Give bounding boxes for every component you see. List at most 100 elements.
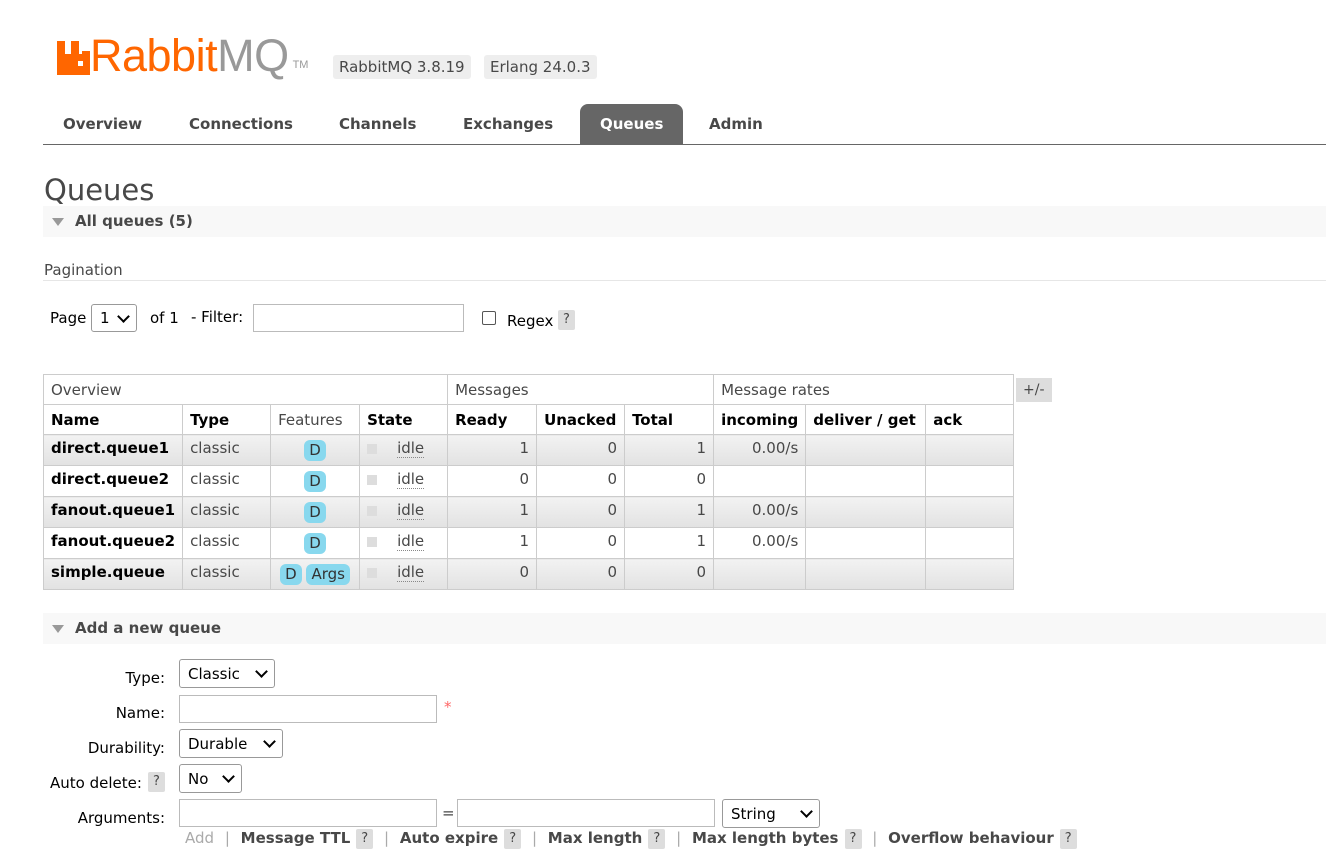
rate-incoming <box>713 465 807 497</box>
queue-state: idle <box>359 527 449 559</box>
queue-name-link[interactable]: direct.queue1 <box>42 434 184 466</box>
queue-features: D <box>270 434 361 466</box>
page-select[interactable]: 1 <box>91 304 137 332</box>
messages-unacked: 0 <box>536 465 626 497</box>
queue-state: idle <box>359 558 449 590</box>
type-select[interactable]: Classic <box>179 659 275 688</box>
separator: | <box>531 829 538 847</box>
argument-key-input[interactable] <box>179 799 437 827</box>
arguments-label: Arguments: <box>77 809 165 827</box>
logo-rabbit-text: Rabbit <box>90 30 218 81</box>
page-count-label: of 1 <box>150 309 179 327</box>
auto-delete-select[interactable]: No <box>179 764 242 793</box>
state-indicator-icon <box>367 475 378 485</box>
overflow-behaviour-help-button[interactable]: ? <box>1059 829 1077 849</box>
group-message-rates: Message rates <box>713 374 1015 405</box>
tab-overview[interactable]: Overview <box>43 104 162 144</box>
max-length-bytes-link[interactable]: Max length bytes <box>692 829 839 847</box>
message-ttl-link[interactable]: Message TTL <box>241 829 351 847</box>
regex-help-button[interactable]: ? <box>558 310 575 330</box>
argument-value-input[interactable] <box>457 799 715 827</box>
state-label: idle <box>397 439 425 458</box>
required-asterisk: * <box>444 698 452 716</box>
feature-badge-durable: D <box>304 440 326 461</box>
rabbitmq-logo[interactable]: Rabbit MQ TM <box>57 30 308 81</box>
logo-mq-text: MQ <box>217 30 289 81</box>
col-state[interactable]: State <box>359 404 449 435</box>
col-name[interactable]: Name <box>42 404 184 435</box>
max-length-help-button[interactable]: ? <box>648 829 666 849</box>
messages-total: 1 <box>624 434 715 466</box>
col-ack[interactable]: ack <box>925 404 1015 435</box>
col-type[interactable]: Type <box>182 404 272 435</box>
message-ttl-help-button[interactable]: ? <box>356 829 374 849</box>
separator: | <box>872 829 878 847</box>
col-deliver-get[interactable]: deliver / get <box>805 404 927 435</box>
argument-shortcuts: Add | Message TTL? | Auto expire? | Max … <box>185 829 1077 849</box>
queue-name-link[interactable]: fanout.queue2 <box>42 527 184 559</box>
tab-queues[interactable]: Queues <box>580 104 684 144</box>
rate-incoming: 0.00/s <box>713 434 807 466</box>
queue-type: classic <box>182 558 272 590</box>
rate-ack <box>925 434 1015 466</box>
queue-features: D <box>270 465 361 497</box>
tab-channels[interactable]: Channels <box>319 104 436 144</box>
filter-input[interactable] <box>253 304 464 332</box>
all-queues-title: All queues (5) <box>75 212 193 230</box>
auto-expire-link[interactable]: Auto expire <box>400 829 498 847</box>
queue-state: idle <box>359 434 449 466</box>
main-nav: Overview Connections Channels Exchanges … <box>43 104 1326 145</box>
col-ready[interactable]: Ready <box>447 404 538 435</box>
divider <box>43 280 1326 281</box>
type-select-value: Classic <box>188 664 240 683</box>
chevron-down-icon <box>222 770 235 783</box>
rate-incoming: 0.00/s <box>713 527 807 559</box>
collapse-triangle-icon <box>52 625 64 633</box>
version-badge: RabbitMQ 3.8.19 <box>333 55 471 79</box>
messages-total: 1 <box>624 527 715 559</box>
queue-state: idle <box>359 465 449 497</box>
rate-deliver-get <box>805 465 927 497</box>
overflow-behaviour-link[interactable]: Overflow behaviour <box>888 829 1054 847</box>
messages-total: 0 <box>624 558 715 590</box>
rate-ack <box>925 465 1015 497</box>
regex-checkbox[interactable] <box>482 311 496 325</box>
messages-ready: 1 <box>447 527 538 559</box>
feature-badge-args[interactable]: Args <box>306 564 350 585</box>
tab-connections[interactable]: Connections <box>169 104 313 144</box>
queue-features: D Args <box>270 558 361 590</box>
col-unacked[interactable]: Unacked <box>536 404 626 435</box>
auto-delete-help-button[interactable]: ? <box>148 772 165 792</box>
tab-admin[interactable]: Admin <box>689 104 783 144</box>
col-total[interactable]: Total <box>624 404 715 435</box>
auto-expire-help-button[interactable]: ? <box>504 829 522 849</box>
table-row: direct.queue2 classic D idle 0 0 0 <box>42 465 1015 497</box>
table-row: simple.queue classic D Args idle 0 0 0 <box>42 558 1015 590</box>
argument-type-select[interactable]: String <box>722 799 820 828</box>
state-indicator-icon <box>367 537 378 547</box>
add-queue-title: Add a new queue <box>75 619 222 637</box>
max-length-link[interactable]: Max length <box>548 829 643 847</box>
group-messages: Messages <box>447 374 715 405</box>
toggle-columns-button[interactable]: +/- <box>1016 378 1052 402</box>
state-indicator-icon <box>367 444 378 454</box>
col-incoming[interactable]: incoming <box>713 404 807 435</box>
feature-badge-durable: D <box>280 564 302 585</box>
durability-select[interactable]: Durable <box>179 729 283 758</box>
rabbitmq-logo-icon <box>57 41 90 75</box>
durability-select-value: Durable <box>188 734 248 753</box>
page-label: Page <box>50 309 87 327</box>
rate-ack <box>925 496 1015 528</box>
all-queues-section-header[interactable]: All queues (5) <box>43 206 1326 237</box>
tab-exchanges[interactable]: Exchanges <box>443 104 573 144</box>
queue-name-link[interactable]: fanout.queue1 <box>42 496 184 528</box>
max-length-bytes-help-button[interactable]: ? <box>844 829 862 849</box>
pagination-label: Pagination <box>44 261 123 279</box>
add-queue-section-header[interactable]: Add a new queue <box>43 613 1326 644</box>
queue-name-link[interactable]: simple.queue <box>42 558 184 590</box>
queue-features: D <box>270 496 361 528</box>
queue-name-input[interactable] <box>179 695 437 723</box>
separator: | <box>384 829 390 847</box>
queue-name-link[interactable]: direct.queue2 <box>42 465 184 497</box>
messages-ready: 0 <box>447 558 538 590</box>
